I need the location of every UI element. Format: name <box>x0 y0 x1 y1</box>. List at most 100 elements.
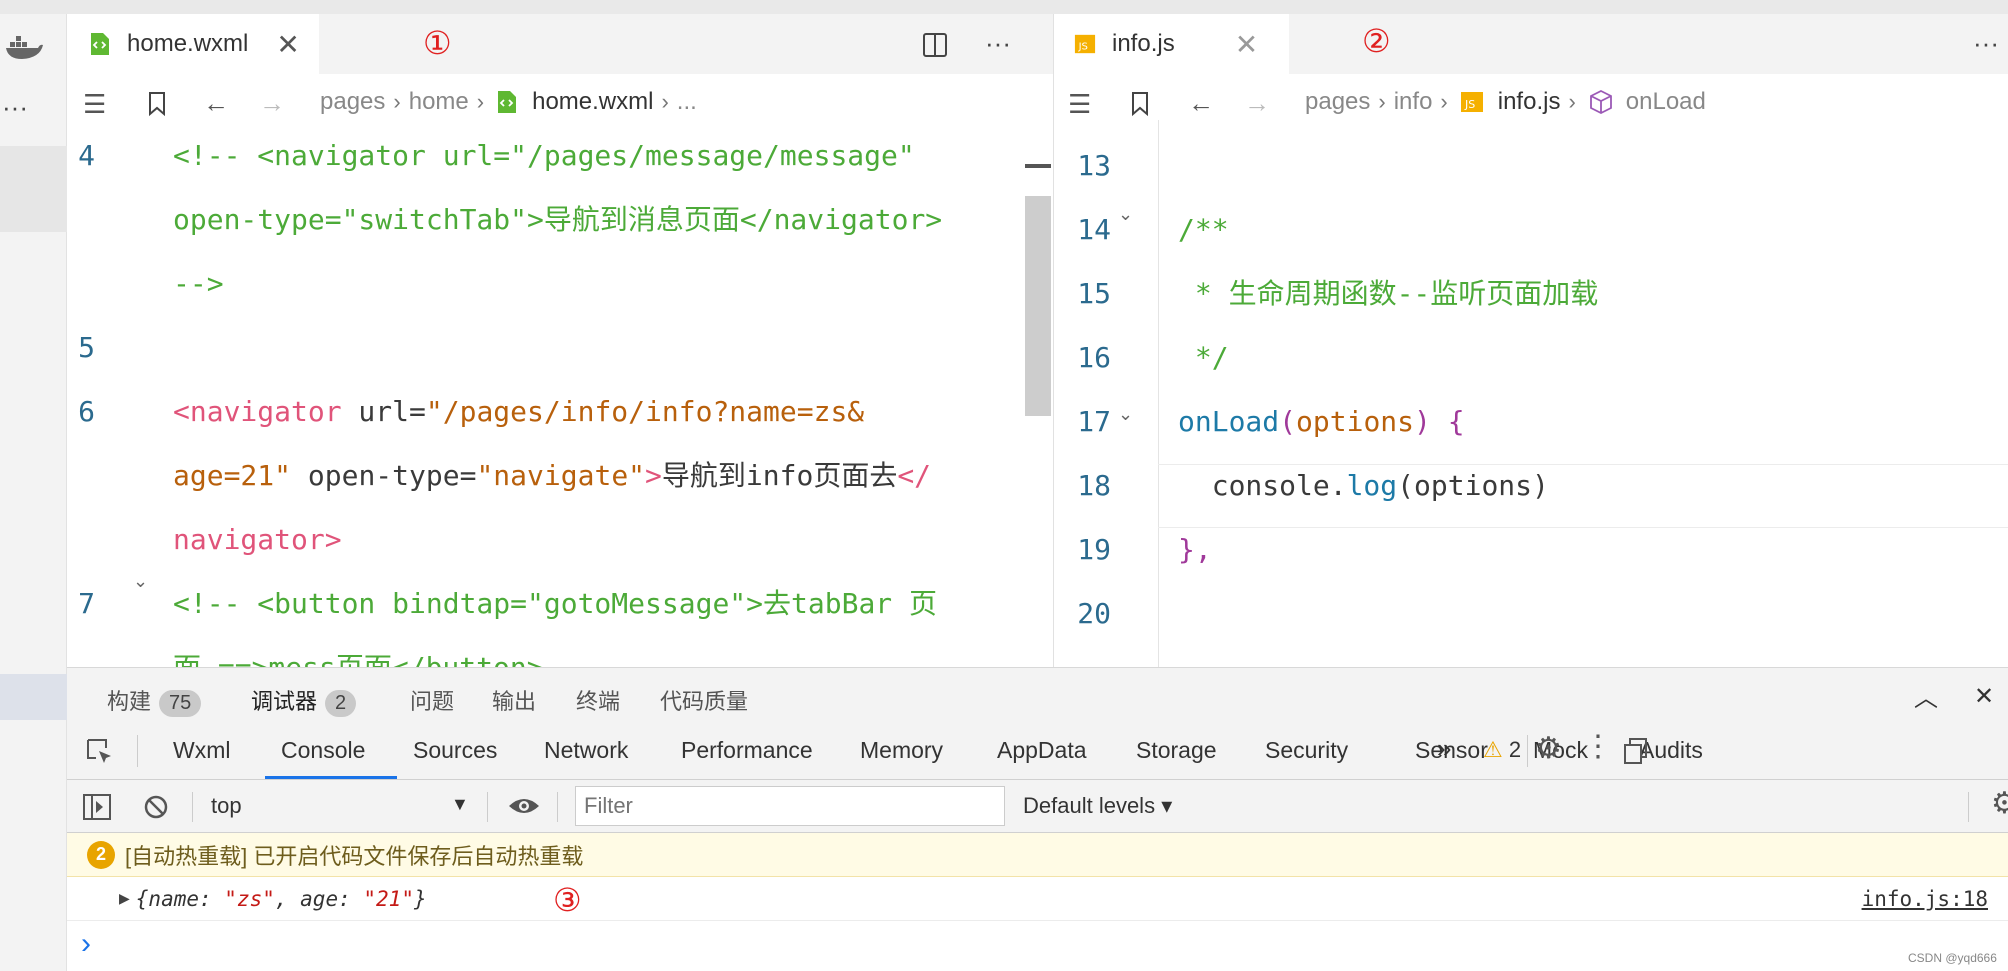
expand-triangle-icon[interactable]: ▶ <box>119 890 130 907</box>
forward-arrow-icon[interactable]: → <box>1244 88 1270 119</box>
breadcrumb-item[interactable]: home.wxml <box>532 88 653 116</box>
console-log-row[interactable]: ▶ {name: "zs", age: "21"} ③ info.js:18 <box>67 877 2008 921</box>
line-number: 5 <box>78 331 95 364</box>
breadcrumb-item[interactable]: info <box>1394 88 1433 116</box>
code-line[interactable]: 16 */ <box>1054 326 2008 390</box>
inspect-element-icon[interactable] <box>85 737 115 767</box>
window-top-strip <box>0 0 2008 14</box>
fold-chevron-icon[interactable]: ⌄ <box>1118 404 1133 425</box>
panel-tab-label: 问题 <box>410 689 455 714</box>
kebab-menu-icon[interactable]: ⋮ <box>1583 729 1613 764</box>
activity-item[interactable] <box>0 192 67 232</box>
close-icon[interactable]: ✕ <box>1235 28 1258 61</box>
settings-gear-icon[interactable]: ⚙ <box>1535 731 1562 766</box>
breadcrumb-item[interactable]: pages <box>1305 88 1370 116</box>
code-line[interactable]: 19}, <box>1054 518 2008 582</box>
code-line[interactable]: 4 <!-- <navigator url="/pages/message/mes… <box>67 124 1053 188</box>
activity-item-selected[interactable] <box>0 146 67 192</box>
panel-tab[interactable]: 输出 <box>492 684 536 716</box>
code-token: ) <box>1414 405 1431 438</box>
devtools-tab-security[interactable]: Security <box>1265 737 1348 764</box>
code-area[interactable]: 13 14/** 15 * 生命周期函数--监听页面加载 16 */17 onLoad(… <box>1054 134 2008 667</box>
panel-tab[interactable]: 构建 75 <box>107 684 202 717</box>
bookmark-icon[interactable] <box>1130 91 1150 117</box>
forward-arrow-icon[interactable]: → <box>259 88 285 119</box>
warning-count[interactable]: ⚠ 2 <box>1483 737 1521 763</box>
console-prompt-row[interactable]: › CSDN @yqd666 <box>67 921 2008 971</box>
tab-info-js[interactable]: JS info.js ✕ <box>1054 14 1289 74</box>
breadcrumb-item[interactable]: info.js <box>1498 88 1561 116</box>
devtools-tab-sources[interactable]: Sources <box>413 737 497 764</box>
log-source-link[interactable]: info.js:18 <box>1862 887 1988 911</box>
vertical-scrollbar[interactable] <box>1025 196 1051 416</box>
code-line[interactable]: open-type="switchTab">导航到消息页面</navigator… <box>67 188 1053 252</box>
back-arrow-icon[interactable]: ← <box>203 88 229 119</box>
wxml-file-icon <box>498 91 517 113</box>
split-editor-icon[interactable] <box>922 32 948 58</box>
panel-tab[interactable]: 调试器 2 <box>251 684 357 717</box>
dropdown-triangle-icon[interactable]: ▼ <box>451 794 469 815</box>
back-arrow-icon[interactable]: ← <box>1188 88 1214 119</box>
undock-icon[interactable] <box>1623 737 1649 765</box>
tab-home-wxml[interactable]: home.wxml ✕ <box>67 14 319 74</box>
chevron-up-icon[interactable]: ︿ <box>1914 678 1938 713</box>
code-line[interactable]: 15 * 生命周期函数--监听页面加载 <box>1054 262 2008 326</box>
more-actions-icon[interactable]: ··· <box>1973 28 1999 59</box>
code-line[interactable]: 17 onLoad(options) { <box>1054 390 2008 454</box>
code-line[interactable]: 5 <box>67 316 1053 380</box>
code-token: log <box>1346 469 1398 502</box>
code-text: }, <box>1178 518 1212 582</box>
code-text: <!-- <navigator url="/pages/message/mess… <box>173 124 915 188</box>
context-selector[interactable]: top <box>211 793 242 819</box>
activity-bar: ··· <box>0 14 67 971</box>
bookmark-icon[interactable] <box>147 91 167 117</box>
more-tabs-icon[interactable]: » <box>1437 733 1451 764</box>
list-icon[interactable]: ☰ <box>1068 89 1091 120</box>
breadcrumb-item[interactable]: onLoad <box>1626 88 1706 116</box>
eye-icon[interactable] <box>507 794 541 818</box>
breadcrumb-item[interactable]: ... <box>677 88 697 116</box>
clear-console-icon[interactable] <box>143 794 169 820</box>
fold-chevron-icon[interactable]: ⌄ <box>1118 204 1133 225</box>
devtools-tab-performance[interactable]: Performance <box>681 737 813 764</box>
sidebar-toggle-icon[interactable] <box>83 794 111 820</box>
devtools-tab-console[interactable]: Console <box>281 737 365 764</box>
devtools-tab-appdata[interactable]: AppData <box>997 737 1087 764</box>
code-line[interactable]: --> <box>67 252 1053 316</box>
activity-item-debug[interactable] <box>0 674 67 720</box>
code-line[interactable]: 14 /** <box>1054 198 2008 262</box>
breadcrumb-item[interactable]: pages <box>320 88 385 116</box>
docker-icon[interactable] <box>0 24 67 70</box>
code-line[interactable]: 13 <box>1054 134 2008 198</box>
code-line[interactable]: 7 <!-- <button bindtap="gotoMessage">去tab… <box>67 572 1053 636</box>
devtools-tab-wxml[interactable]: Wxml <box>173 737 230 764</box>
close-icon[interactable]: ✕ <box>276 28 299 61</box>
breadcrumb-item[interactable]: home <box>409 88 469 116</box>
more-actions-icon[interactable]: ··· <box>985 28 1011 59</box>
code-line[interactable]: 18 console.log(options) <box>1054 454 2008 518</box>
log-levels-dropdown[interactable]: Default levels ▾ <box>1023 793 1172 819</box>
panel-tab[interactable]: 问题 <box>410 684 454 716</box>
code-text: */ <box>1178 326 1229 390</box>
code-line[interactable]: age=21" open-type="navigate">导航到info页面去<… <box>67 444 1053 508</box>
console-settings-icon[interactable]: ⚙ <box>1991 786 2008 821</box>
fold-chevron-icon[interactable]: ⌄ <box>133 571 148 592</box>
code-line[interactable]: 6 <navigator url="/pages/info/info?name=z… <box>67 380 1053 444</box>
panel-tab[interactable]: 代码质量 <box>660 684 748 716</box>
code-area[interactable]: 4 <!-- <navigator url="/pages/message/mes… <box>67 124 1053 667</box>
code-line[interactable]: 面 ==>mess页面</button> <box>67 636 1053 667</box>
code-line[interactable]: 20 <box>1054 582 2008 646</box>
panel-tab[interactable]: 终端 <box>576 684 620 716</box>
more-actions-icon[interactable]: ··· <box>0 84 67 130</box>
list-icon[interactable]: ☰ <box>83 89 106 120</box>
devtools-tab-memory[interactable]: Memory <box>860 737 943 764</box>
devtools-tab-network[interactable]: Network <box>544 737 628 764</box>
close-panel-icon[interactable]: ✕ <box>1974 682 1994 711</box>
code-line[interactable]: navigator> <box>67 508 1053 572</box>
prompt-chevron-icon: › <box>81 927 91 960</box>
log-object[interactable]: {name: "zs", age: "21"} <box>136 887 427 911</box>
filter-input[interactable] <box>575 786 1005 826</box>
devtools-tab-storage[interactable]: Storage <box>1136 737 1217 764</box>
code-token: */ <box>1178 341 1229 374</box>
code-token: * 生命周期函数--监听页面加载 <box>1178 277 1599 310</box>
